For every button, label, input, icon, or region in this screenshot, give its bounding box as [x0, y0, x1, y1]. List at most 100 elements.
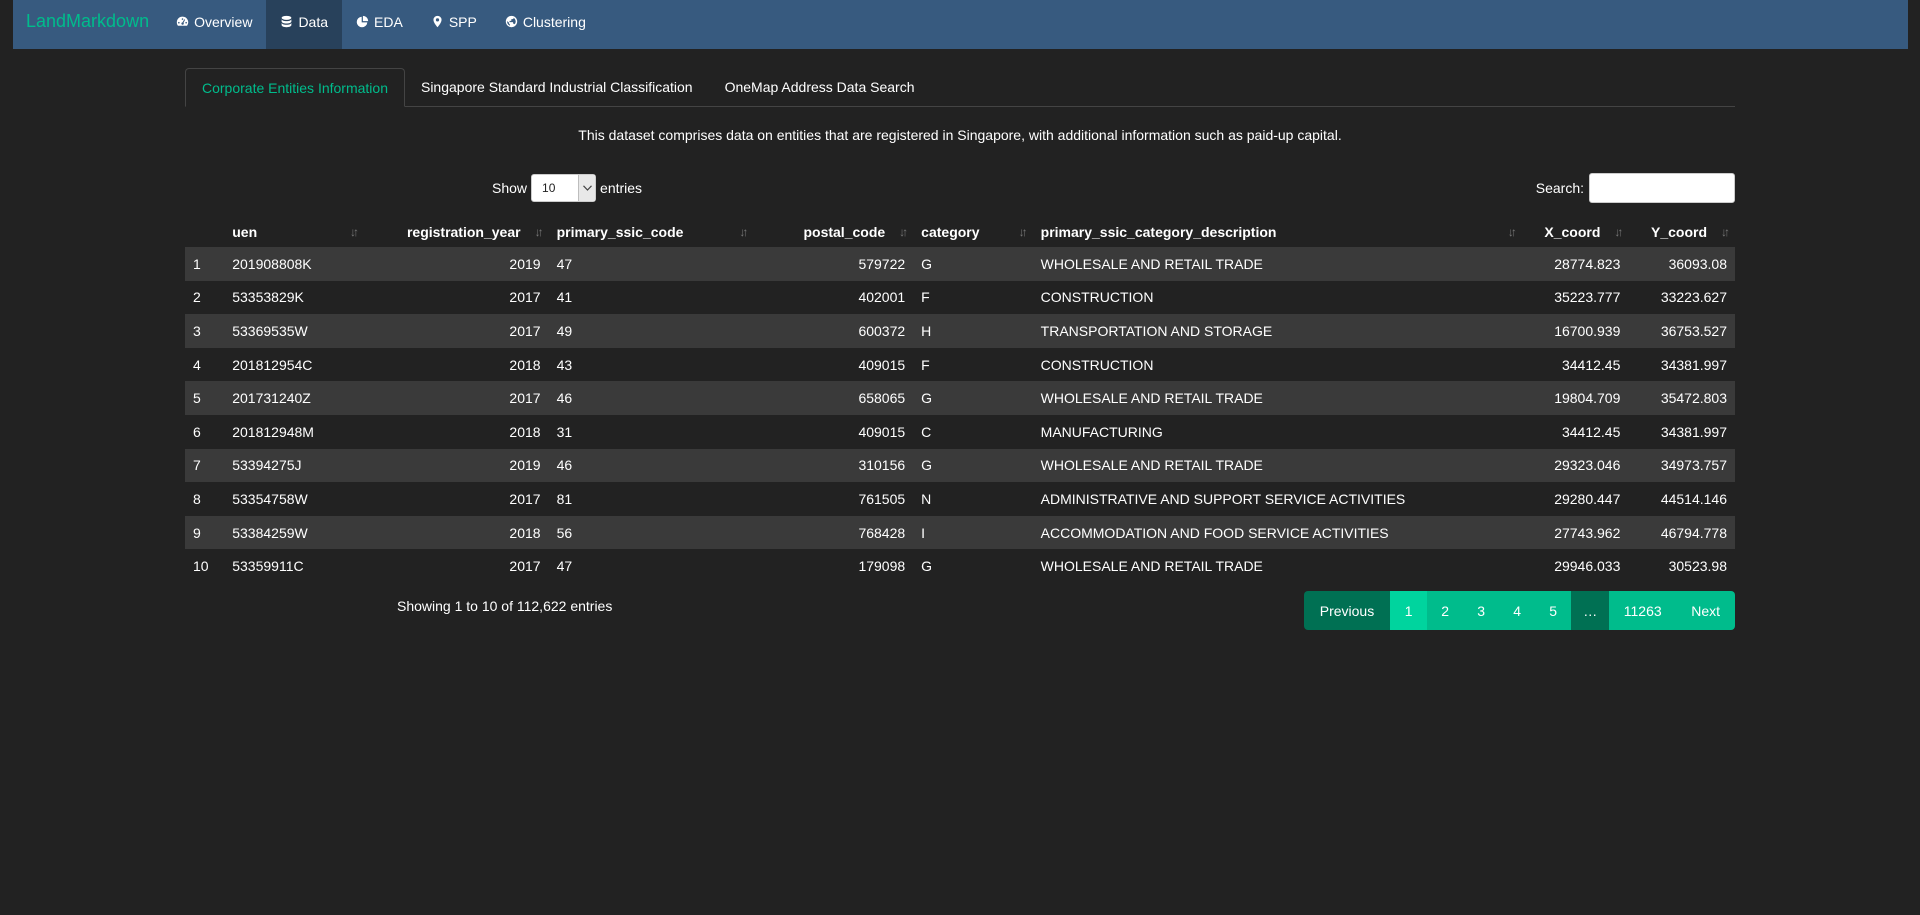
- table-cell-Y-coord: 36753.527: [1660, 322, 1727, 339]
- table-cell-category: F: [921, 289, 930, 306]
- sort-icon: ↓↑: [1614, 225, 1623, 239]
- entries-select[interactable]: 10: [531, 174, 597, 202]
- table-cell-index: 7: [193, 457, 201, 474]
- pagination-previous[interactable]: Previous: [1303, 591, 1391, 630]
- table-row[interactable]: 10 53359911C 2017 47 179098 G WHOLESALE AND RE…: [185, 549, 1735, 583]
- table-cell-index: 1: [193, 255, 201, 272]
- tab-ssic[interactable]: Singapore Standard Industrial Classifica…: [405, 68, 709, 107]
- tachometer-icon: [176, 15, 189, 28]
- table-cell-uen: 201812954C: [232, 356, 313, 373]
- nav-item-data[interactable]: Data: [266, 0, 343, 49]
- col-header-ssic-category-description[interactable]: primary_ssic_category_description ↓↑: [1033, 217, 1522, 247]
- table-cell-Y-coord: 34381.997: [1660, 356, 1727, 373]
- table-cell-primary-ssic-code: 31: [556, 423, 573, 440]
- table-cell-registration-year: 2019: [509, 255, 541, 272]
- col-header-postal-code[interactable]: postal_code ↓↑: [753, 217, 913, 247]
- table-cell-postal-code: 658065: [858, 390, 906, 407]
- table-cell-uen: 53394275J: [232, 457, 302, 474]
- table-cell-X-coord: 27743.962: [1554, 524, 1621, 541]
- pagination-page-5[interactable]: 5: [1535, 591, 1572, 630]
- table-cell-X-coord: 29323.046: [1554, 457, 1621, 474]
- nav-item-spp[interactable]: SPP: [417, 0, 491, 49]
- col-header-uen[interactable]: uen ↓↑: [224, 217, 364, 247]
- table-row[interactable]: 8 53354758W 2017 81 761505 N ADMINISTRATIVE AN…: [185, 482, 1735, 516]
- table-cell-registration-year: 2017: [509, 322, 541, 339]
- table-row[interactable]: 2 53353829K 2017 41 402001 F CONSTRUCTION 35223…: [185, 280, 1735, 315]
- table-cell-uen: 201812948M: [232, 423, 314, 440]
- entries-select-value: 10: [542, 181, 556, 195]
- table-row[interactable]: 1 201908808K 2019 47 579722 G WHOLESALE AND RE…: [185, 247, 1735, 281]
- pagination-page-last[interactable]: 11263: [1609, 591, 1677, 630]
- nav-item-eda[interactable]: EDA: [342, 0, 417, 49]
- table-body: 1 201908808K 2019 47 579722 G WHOLESALE AND RE…: [185, 247, 1735, 583]
- pagination-next[interactable]: Next: [1676, 591, 1735, 630]
- pagination-page-2[interactable]: 2: [1427, 591, 1464, 630]
- table-cell-uen: 53384259W: [232, 524, 308, 541]
- table-cell-postal-code: 402001: [858, 289, 906, 306]
- pagination-page-1[interactable]: 1: [1390, 591, 1428, 630]
- nav-label: EDA: [374, 13, 403, 30]
- table-cell-category: N: [921, 490, 932, 507]
- table-cell-uen: 53353829K: [232, 289, 304, 306]
- pagination-page-4[interactable]: 4: [1499, 591, 1536, 630]
- dataset-description: This dataset comprises data on entities …: [578, 127, 1342, 143]
- table-cell-postal-code: 579722: [858, 255, 906, 272]
- search-input[interactable]: [1589, 173, 1735, 203]
- table-cell-postal-code: 310156: [858, 457, 906, 474]
- table-row[interactable]: 4 201812954C 2018 43 409015 F CONSTRUCTION 3441…: [185, 347, 1735, 382]
- nav-label: Clustering: [522, 13, 586, 30]
- tab-corporate-entities[interactable]: Corporate Entities Information: [185, 68, 405, 107]
- brand-title[interactable]: LandMarkdown: [13, 0, 162, 49]
- show-label: Show: [492, 180, 528, 196]
- tab-onemap-address[interactable]: OneMap Address Data Search: [709, 68, 931, 107]
- col-header-registration-year[interactable]: registration_year ↓↑: [364, 217, 549, 247]
- col-header-x-coord[interactable]: X_coord ↓↑: [1522, 217, 1629, 247]
- table-cell-registration-year: 2018: [509, 524, 541, 541]
- table-cell-postal-code: 409015: [858, 423, 906, 440]
- table-cell-Y-coord: 35472.803: [1660, 390, 1727, 407]
- table-row[interactable]: 5 201731240Z 2017 46 658065 G WHOLESALE AND RE…: [185, 381, 1735, 415]
- table-row[interactable]: 9 53384259W 2018 56 768428 I ACCOMMODATION AND…: [185, 515, 1735, 550]
- table-cell-registration-year: 2018: [509, 356, 541, 373]
- table-cell-X-coord: 35223.777: [1554, 289, 1621, 306]
- table-cell-X-coord: 16700.939: [1554, 322, 1621, 339]
- table-cell-X-coord: 28774.823: [1554, 255, 1621, 272]
- table-row[interactable]: 6 201812948M 2018 31 409015 C MANUFACTURING 344…: [185, 414, 1735, 449]
- table-cell-postal-code: 768428: [858, 524, 906, 541]
- col-header-index[interactable]: [185, 217, 224, 247]
- table-cell-primary-ssic-category-description: WHOLESALE AND RETAIL TRADE: [1040, 558, 1263, 575]
- nav-item-clustering[interactable]: Clustering: [491, 0, 600, 49]
- globe-icon: [505, 15, 518, 28]
- col-header-category[interactable]: category ↓↑: [913, 217, 1032, 247]
- sort-icon: ↓↑: [1721, 225, 1730, 239]
- table-cell-Y-coord: 34381.997: [1660, 423, 1727, 440]
- table-cell-postal-code: 179098: [858, 558, 906, 575]
- pagination-page-3[interactable]: 3: [1463, 591, 1500, 630]
- table-row[interactable]: 7 53394275J 2019 46 310156 G WHOLESALE AND RET…: [185, 448, 1735, 483]
- table-cell-index: 2: [193, 289, 201, 306]
- table-cell-index: 3: [193, 322, 201, 339]
- table-cell-primary-ssic-code: 56: [556, 524, 573, 541]
- table-cell-primary-ssic-category-description: MANUFACTURING: [1040, 423, 1163, 440]
- table-cell-primary-ssic-code: 46: [556, 390, 573, 407]
- table-cell-postal-code: 600372: [858, 322, 906, 339]
- table-cell-primary-ssic-category-description: ACCOMMODATION AND FOOD SERVICE ACTIVITIE…: [1040, 524, 1389, 541]
- col-header-primary-ssic-code[interactable]: primary_ssic_code ↓↑: [549, 217, 754, 247]
- pagination: Previous 1 2 3 4 5 … 11263 Next: [1303, 591, 1735, 630]
- table-row[interactable]: 3 53369535W 2017 49 600372 H TRANSPORTATION AN…: [185, 314, 1735, 348]
- table-cell-primary-ssic-code: 41: [556, 289, 573, 306]
- table-cell-X-coord: 34412.45: [1561, 423, 1621, 440]
- table-cell-primary-ssic-category-description: ADMINISTRATIVE AND SUPPORT SERVICE ACTIV…: [1040, 490, 1406, 507]
- nav-label: SPP: [448, 13, 477, 30]
- table-cell-category: C: [921, 423, 932, 440]
- nav-item-overview[interactable]: Overview: [162, 0, 266, 49]
- table-cell-primary-ssic-category-description: CONSTRUCTION: [1040, 356, 1154, 373]
- col-header-y-coord[interactable]: Y_coord ↓↑: [1628, 217, 1735, 247]
- table-cell-category: I: [921, 524, 926, 541]
- table-cell-primary-ssic-category-description: WHOLESALE AND RETAIL TRADE: [1040, 255, 1263, 272]
- nav-label: Data: [298, 13, 329, 30]
- table-cell-uen: 53369535W: [232, 322, 308, 339]
- table-cell-primary-ssic-code: 47: [556, 255, 573, 272]
- table-cell-primary-ssic-category-description: CONSTRUCTION: [1040, 289, 1154, 306]
- sort-icon: ↓↑: [739, 225, 748, 239]
